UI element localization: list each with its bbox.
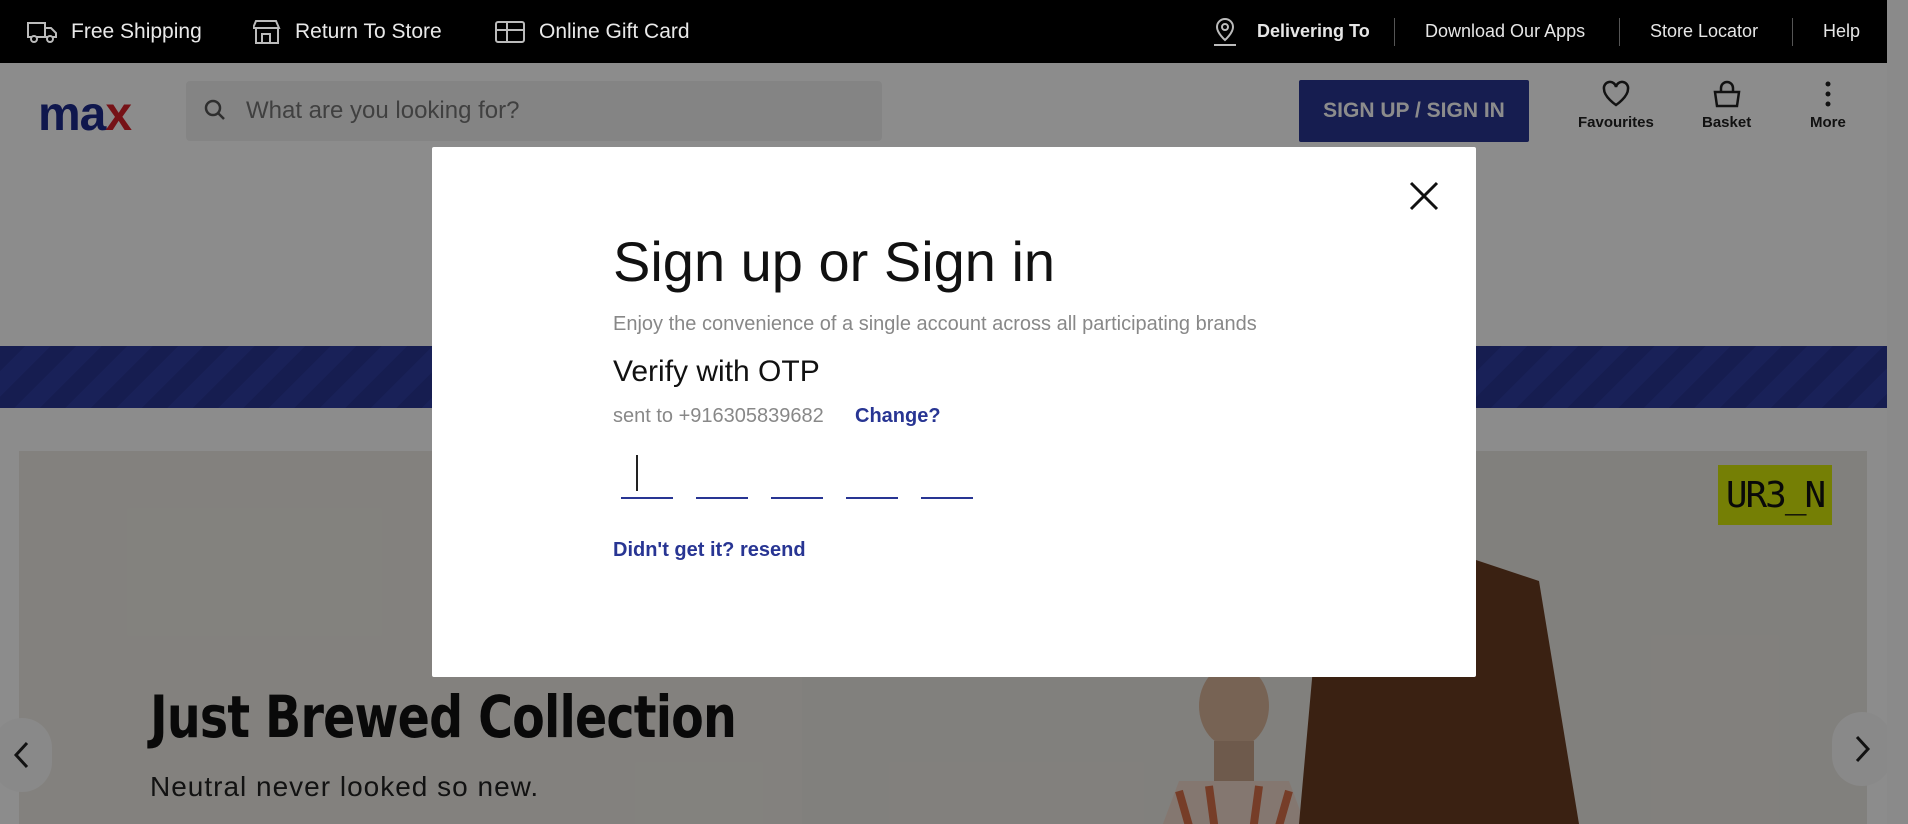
resend-otp-link[interactable]: Didn't get it? resend [613,539,806,562]
text-cursor [636,455,638,491]
otp-digit-3[interactable] [771,441,823,499]
otp-digit-5[interactable] [921,441,973,499]
delivering-to-link[interactable]: Delivering To [1211,0,1370,63]
signin-modal: Sign up or Sign in Enjoy the convenience… [432,147,1476,677]
free-shipping-link[interactable]: Free Shipping [27,0,202,63]
divider [1619,18,1620,46]
store-icon [253,19,281,44]
delivering-to-label: Delivering To [1257,21,1370,41]
otp-sent-to: sent to +916305839682 [613,405,824,427]
store-locator-label: Store Locator [1650,21,1759,41]
truck-icon [27,21,57,43]
divider [1792,18,1793,46]
gift-card-icon [495,20,525,43]
return-to-store-label: Return To Store [295,19,442,43]
top-bar: Free Shipping Return To Store Online Gif… [0,0,1887,63]
divider [1394,18,1395,46]
modal-subtitle: Enjoy the convenience of a single accoun… [613,313,1257,335]
return-to-store-link[interactable]: Return To Store [253,0,442,63]
close-icon[interactable] [1405,177,1443,215]
scrollbar[interactable] [1887,0,1908,824]
modal-title: Sign up or Sign in [613,230,1056,293]
online-gift-card-link[interactable]: Online Gift Card [495,0,690,63]
free-shipping-label: Free Shipping [71,19,202,43]
help-label: Help [1823,21,1861,41]
store-locator-link[interactable]: Store Locator [1650,0,1758,63]
change-number-link[interactable]: Change? [855,405,941,428]
otp-digit-1[interactable] [621,441,673,499]
otp-digit-2[interactable] [696,441,748,499]
download-apps-link[interactable]: Download Our Apps [1425,0,1585,63]
help-link[interactable]: Help [1823,0,1860,63]
download-apps-label: Download Our Apps [1425,21,1586,41]
otp-heading: Verify with OTP [613,355,820,388]
otp-digit-4[interactable] [846,441,898,499]
location-pin-icon [1214,17,1236,46]
online-gift-card-label: Online Gift Card [539,19,690,43]
